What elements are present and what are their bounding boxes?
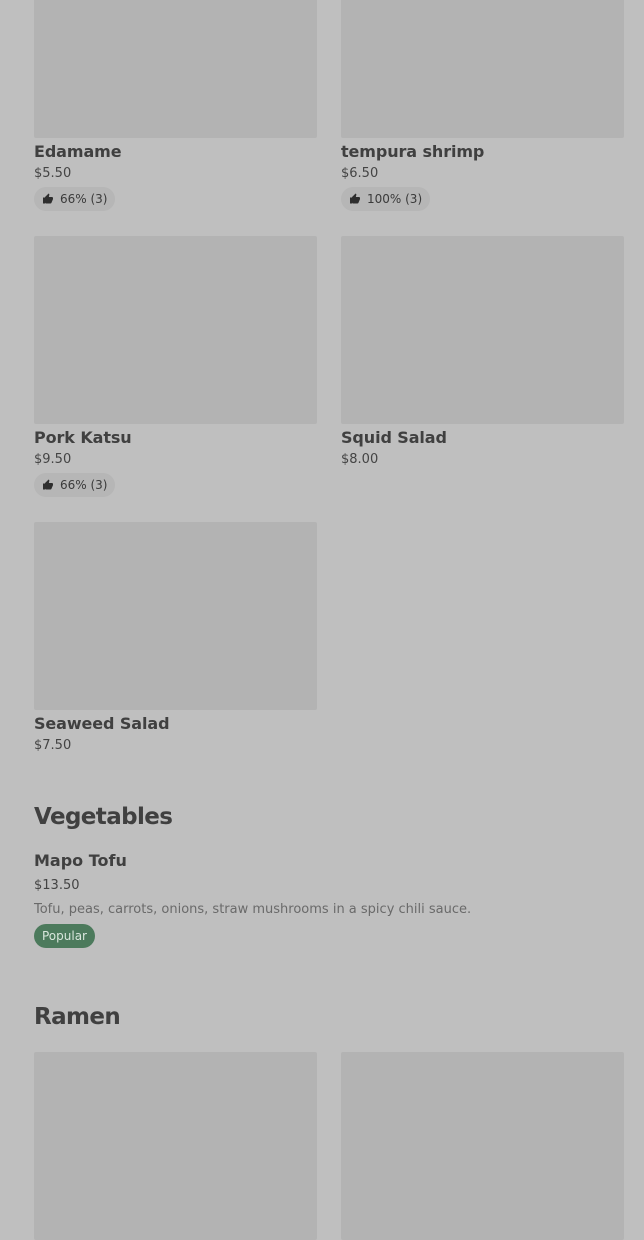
popular-badge: Popular bbox=[34, 924, 95, 948]
rating-text: 66% (3) bbox=[60, 192, 108, 206]
item-image bbox=[34, 0, 317, 138]
item-name: Edamame bbox=[34, 142, 122, 161]
menu-item-card-edamame[interactable]: Edamame $5.50 66% (3) bbox=[34, 0, 317, 211]
thumbs-up-icon bbox=[349, 193, 361, 205]
rating-text: 66% (3) bbox=[60, 478, 108, 492]
item-price: $7.50 bbox=[34, 738, 72, 753]
item-image bbox=[341, 1052, 624, 1240]
item-price: $6.50 bbox=[341, 166, 379, 181]
item-image bbox=[341, 236, 624, 424]
menu-item-card-pork-katsu[interactable]: Pork Katsu $9.50 66% (3) bbox=[34, 236, 317, 497]
thumbs-up-icon bbox=[42, 479, 54, 491]
item-name: Squid Salad bbox=[341, 428, 447, 447]
menu-item-card-ramen-2[interactable] bbox=[341, 1052, 624, 1240]
rating-text: 100% (3) bbox=[367, 192, 423, 206]
menu-item-card-tempura-shrimp[interactable]: tempura shrimp $6.50 100% (3) bbox=[341, 0, 624, 211]
item-name: Mapo Tofu bbox=[34, 851, 127, 870]
item-price: $5.50 bbox=[34, 166, 72, 181]
thumbs-up-icon bbox=[42, 193, 54, 205]
item-price: $9.50 bbox=[34, 452, 72, 467]
menu-item-mapo-tofu[interactable]: Mapo Tofu $13.50 Tofu, peas, carrots, on… bbox=[34, 851, 624, 948]
section-title-ramen: Ramen bbox=[34, 1004, 121, 1030]
rating-badge: 66% (3) bbox=[34, 187, 116, 211]
item-image bbox=[341, 0, 624, 138]
item-description: Tofu, peas, carrots, onions, straw mushr… bbox=[34, 902, 472, 917]
item-price: $13.50 bbox=[34, 878, 80, 893]
section-title-vegetables: Vegetables bbox=[34, 804, 173, 830]
rating-badge: 66% (3) bbox=[34, 473, 116, 497]
item-price: $8.00 bbox=[341, 452, 379, 467]
item-name: Pork Katsu bbox=[34, 428, 132, 447]
item-image bbox=[34, 522, 317, 710]
rating-badge: 100% (3) bbox=[341, 187, 431, 211]
item-name: Seaweed Salad bbox=[34, 714, 170, 733]
item-image bbox=[34, 1052, 317, 1240]
menu-item-card-squid-salad[interactable]: Squid Salad $8.00 bbox=[341, 236, 624, 468]
item-name: tempura shrimp bbox=[341, 142, 485, 161]
menu-item-card-ramen-1[interactable] bbox=[34, 1052, 317, 1240]
menu-item-card-seaweed-salad[interactable]: Seaweed Salad $7.50 bbox=[34, 522, 317, 754]
item-image bbox=[34, 236, 317, 424]
